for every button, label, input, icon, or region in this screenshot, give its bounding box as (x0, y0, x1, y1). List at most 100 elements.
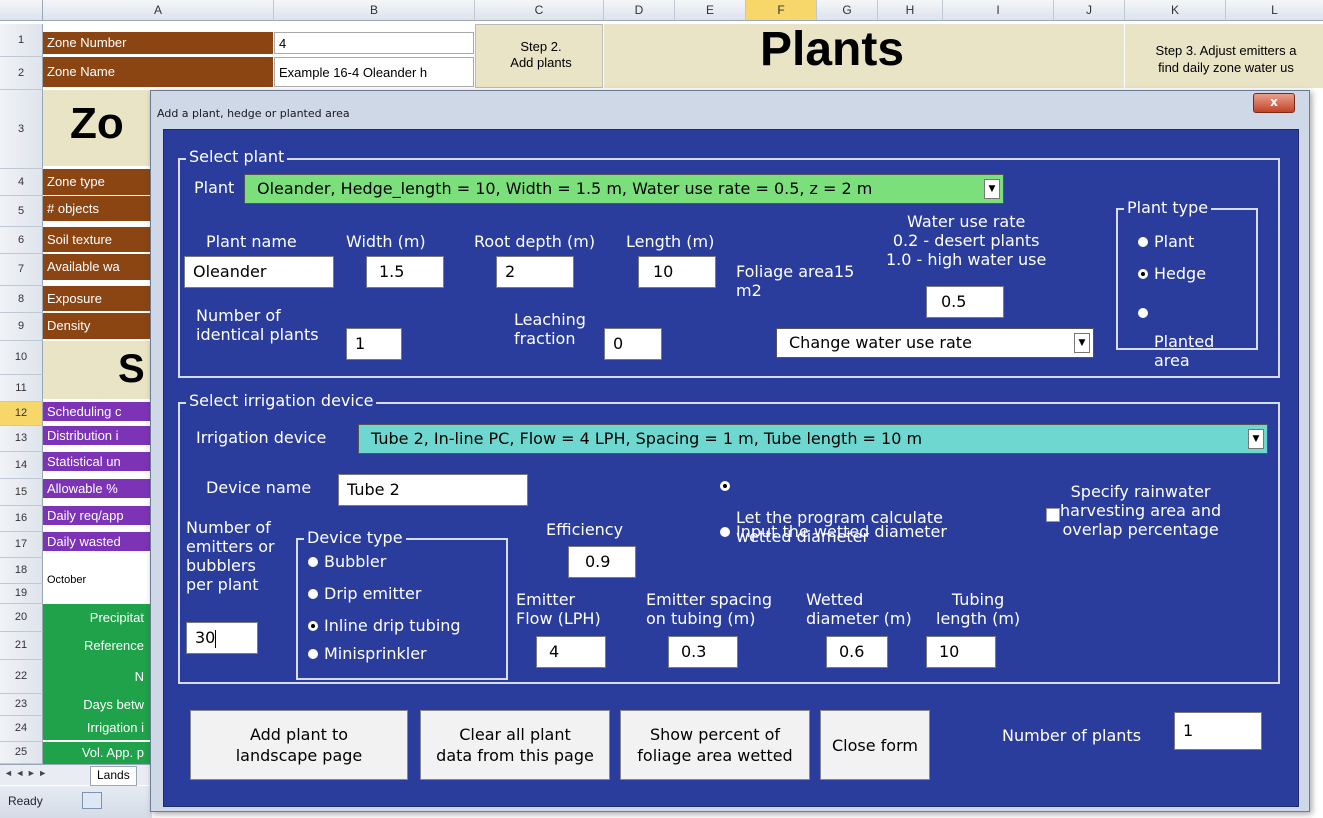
row-header-13[interactable]: 13 (0, 426, 43, 452)
device-type-inline-tubing-radio[interactable]: Inline drip tubing (308, 616, 461, 635)
row-header-1[interactable]: 1 (0, 24, 43, 57)
row-header-10[interactable]: 10 (0, 341, 43, 375)
row-header-19[interactable]: 19 (0, 584, 43, 604)
days-between-label[interactable]: Days betw (43, 694, 150, 716)
plant-select[interactable]: Oleander, Hedge_length = 10, Width = 1.5… (244, 174, 1004, 204)
soil-texture-label[interactable]: Soil texture (43, 227, 150, 252)
plant-select-dropdown-icon[interactable]: ▼ (984, 179, 1000, 199)
input-wetted-radio[interactable]: Input the wetted diameter (720, 522, 947, 541)
change-water-use-dropdown-icon[interactable]: ▼ (1074, 333, 1090, 353)
macro-record-icon[interactable] (82, 792, 102, 809)
row-header-18[interactable]: 18 (0, 558, 43, 584)
column-g-header[interactable]: G (817, 0, 878, 20)
emitter-spacing-input[interactable]: 0.3 (668, 636, 738, 668)
plant-type-plant-radio[interactable]: Plant (1138, 232, 1194, 251)
row-header-16[interactable]: 16 (0, 506, 43, 532)
sheet-tab-landscape[interactable]: Lands (90, 766, 137, 786)
row-header-6[interactable]: 6 (0, 227, 43, 254)
row-header-4[interactable]: 4 (0, 169, 43, 196)
distribution-label[interactable]: Distribution i (43, 426, 150, 445)
zone-name-cell[interactable]: Example 16-4 Oleander h (274, 57, 474, 87)
daily-req-label[interactable]: Daily req/app (43, 506, 150, 525)
precipitation-label[interactable]: Precipitat (43, 604, 150, 632)
row-header-2[interactable]: 2 (0, 57, 43, 90)
device-type-drip-emitter-radio[interactable]: Drip emitter (308, 584, 421, 603)
zone-name-label[interactable]: Zone Name (43, 57, 273, 87)
number-of-plants-input[interactable]: 1 (1174, 712, 1262, 750)
column-d-header[interactable]: D (604, 0, 675, 20)
statistical-label[interactable]: Statistical un (43, 452, 150, 471)
plant-type-planted-area-radio[interactable]: Planted area (1138, 294, 1214, 370)
close-form-button[interactable]: Close form (820, 710, 930, 780)
month-cell[interactable]: October (43, 558, 150, 602)
objects-label[interactable]: # objects (43, 196, 150, 221)
exposure-label[interactable]: Exposure (43, 286, 150, 311)
zone-number-cell[interactable]: 4 (274, 32, 474, 54)
column-j-header[interactable]: J (1054, 0, 1125, 20)
row22-label[interactable]: N (43, 660, 150, 694)
zone-type-label[interactable]: Zone type (43, 169, 150, 195)
vol-app-label[interactable]: Vol. App. p (43, 742, 150, 764)
reference-label[interactable]: Reference (43, 632, 150, 660)
device-type-bubbler-radio[interactable]: Bubbler (308, 552, 386, 571)
device-type-minisprinkler-radio[interactable]: Minisprinkler (308, 644, 427, 663)
select-all-corner[interactable] (0, 0, 43, 20)
row-header-15[interactable]: 15 (0, 479, 43, 506)
row-header-7[interactable]: 7 (0, 254, 43, 286)
row-header-12[interactable]: 12 (0, 402, 43, 426)
row-header-24[interactable]: 24 (0, 716, 43, 742)
width-input[interactable]: 1.5 (366, 256, 444, 288)
row-header-20[interactable]: 20 (0, 604, 43, 632)
step2-cell[interactable]: Step 2. Add plants (475, 24, 603, 88)
emitters-per-plant-input[interactable]: 30 (186, 622, 258, 654)
irrigation-device-select[interactable]: Tube 2, In-line PC, Flow = 4 LPH, Spacin… (358, 424, 1268, 454)
rainwater-checkbox[interactable] (1046, 508, 1060, 522)
step3-cell[interactable]: Step 3. Adjust emitters a find daily zon… (1125, 24, 1323, 88)
water-use-rate-input[interactable]: 0.5 (926, 286, 1004, 318)
zone-number-label[interactable]: Zone Number (43, 32, 273, 54)
row-header-9[interactable]: 9 (0, 313, 43, 341)
density-label[interactable]: Density (43, 313, 150, 339)
identical-plants-input[interactable]: 1 (346, 328, 402, 360)
available-water-label[interactable]: Available wa (43, 254, 150, 280)
close-icon[interactable]: x (1253, 93, 1295, 113)
column-i-header[interactable]: I (943, 0, 1054, 20)
column-h-header[interactable]: H (878, 0, 943, 20)
row-header-25[interactable]: 25 (0, 742, 43, 764)
tab-nav-arrows-icon[interactable]: ◄ ◄ ► ► (4, 768, 47, 778)
leaching-fraction-input[interactable]: 0 (604, 328, 662, 360)
row-header-22[interactable]: 22 (0, 660, 43, 694)
daily-wasted-label[interactable]: Daily wasted (43, 532, 150, 551)
row-header-11[interactable]: 11 (0, 375, 43, 402)
row-header-21[interactable]: 21 (0, 632, 43, 660)
irrigation-device-dropdown-icon[interactable]: ▼ (1248, 429, 1264, 449)
efficiency-input[interactable]: 0.9 (568, 546, 636, 578)
clear-all-button[interactable]: Clear all plant data from this page (420, 710, 610, 780)
wetted-diameter-input[interactable]: 0.6 (826, 636, 888, 668)
column-c-header[interactable]: C (475, 0, 604, 20)
row-header-14[interactable]: 14 (0, 452, 43, 479)
add-plant-button[interactable]: Add plant to landscape page (190, 710, 408, 780)
irrigation-label[interactable]: Irrigation i (43, 716, 150, 740)
plant-type-hedge-radio[interactable]: Hedge (1138, 264, 1206, 283)
column-f-header[interactable]: F (746, 0, 817, 20)
length-input[interactable]: 10 (638, 256, 716, 288)
tubing-length-input[interactable]: 10 (926, 636, 996, 668)
show-percent-button[interactable]: Show percent of foliage area wetted (620, 710, 810, 780)
column-l-header[interactable]: L (1226, 0, 1323, 20)
row-header-8[interactable]: 8 (0, 286, 43, 313)
row-header-3[interactable]: 3 (0, 90, 43, 169)
column-b-header[interactable]: B (274, 0, 475, 20)
change-water-use-select[interactable]: Change water use rate ▼ (776, 328, 1094, 358)
column-e-header[interactable]: E (675, 0, 746, 20)
row-header-5[interactable]: 5 (0, 196, 43, 227)
root-depth-input[interactable]: 2 (496, 256, 574, 288)
row-header-23[interactable]: 23 (0, 694, 43, 716)
plant-name-input[interactable]: Oleander (184, 256, 334, 288)
column-a-header[interactable]: A (43, 0, 274, 20)
column-k-header[interactable]: K (1125, 0, 1226, 20)
emitter-flow-input[interactable]: 4 (536, 636, 606, 668)
allowable-label[interactable]: Allowable % (43, 479, 150, 498)
row-header-17[interactable]: 17 (0, 532, 43, 558)
scheduling-label[interactable]: Scheduling c (43, 402, 150, 421)
